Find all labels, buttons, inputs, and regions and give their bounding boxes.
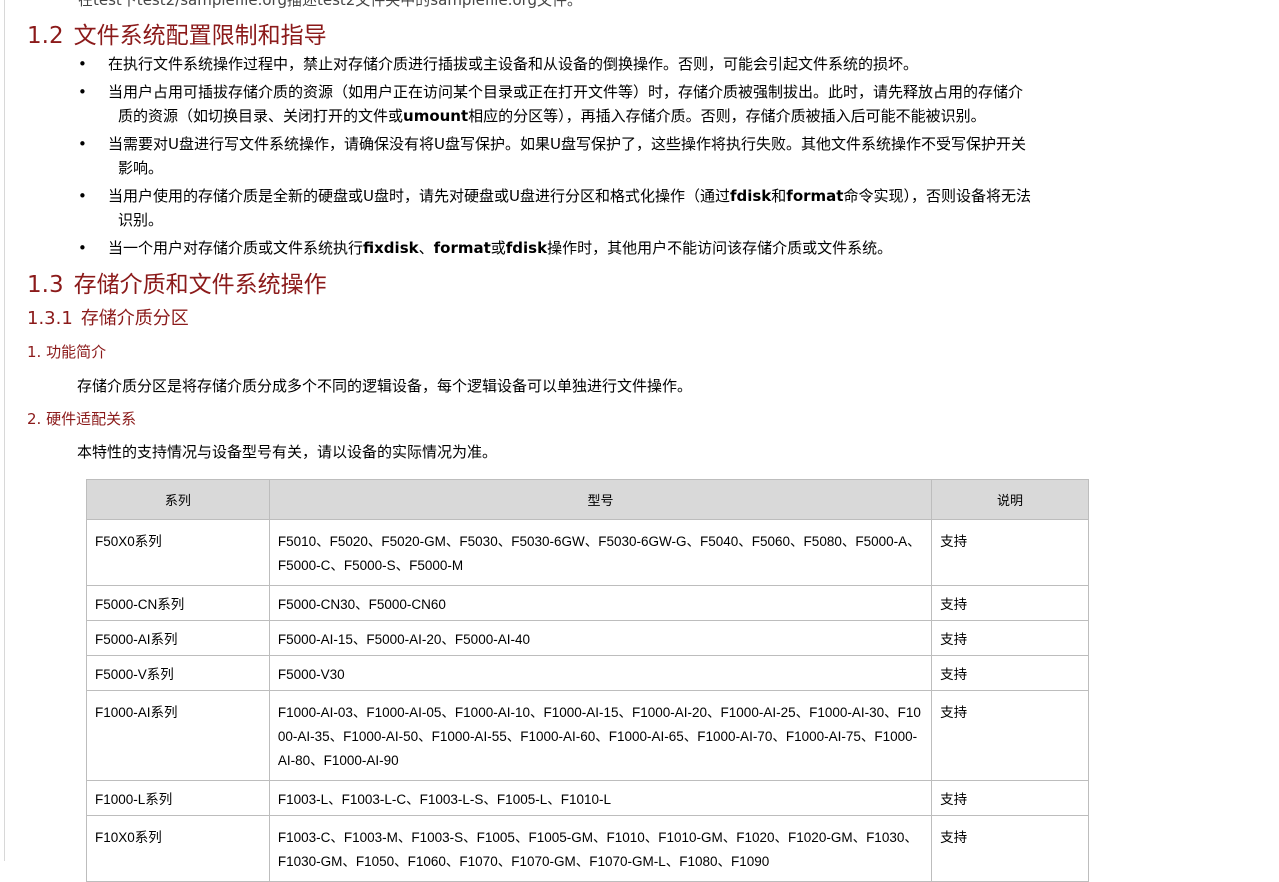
table-row: F10X0系列 F1003-C、F1003-M、F1003-S、F1005、F1…	[86, 815, 1089, 882]
section-heading-1-3-1: 1.3.1 存储介质分区	[27, 304, 189, 330]
text-run: 和	[771, 187, 787, 205]
list-item-text: 当一个用户对存储介质或文件系统执行fixdisk、format或fdisk操作时…	[108, 236, 1148, 260]
command-format: format	[433, 239, 491, 257]
command-fixdisk: fixdisk	[363, 239, 419, 257]
column-header-note: 说明	[931, 479, 1089, 520]
section-title: 存储介质和文件系统操作	[73, 272, 327, 298]
list-item-text: 当用户使用的存储介质是全新的硬盘或U盘时，请先对硬盘或U盘进行分区和格式化操作（…	[108, 184, 1148, 208]
list-item-text-continued: 影响。	[118, 159, 164, 177]
bullet-icon: •	[78, 83, 87, 101]
series-cell: F5000-V系列	[86, 655, 270, 691]
command-fdisk: fdisk	[729, 187, 772, 205]
list-item: • 当用户使用的存储介质是全新的硬盘或U盘时，请先对硬盘或U盘进行分区和格式化操…	[0, 184, 1148, 232]
note-cell: 支持	[931, 585, 1089, 621]
list-item: • 当需要对U盘进行写文件系统操作，请确保没有将U盘写保护。如果U盘写保护了，这…	[0, 132, 1148, 180]
paragraph-hardware-compat: 本特性的支持情况与设备型号有关，请以设备的实际情况为准。	[77, 443, 498, 461]
bullet-icon: •	[78, 135, 87, 153]
column-header-model: 型号	[268, 479, 933, 520]
table-row: F5000-AI系列 F5000-AI-15、F5000-AI-20、F5000…	[86, 620, 1089, 656]
list-item-text: 当用户占用可插拔存储介质的资源（如用户正在访问某个目录或正在打开文件等）时，存储…	[108, 83, 1024, 101]
note-cell: 支持	[931, 655, 1089, 691]
guideline-list: • 在执行文件系统操作过程中，禁止对存储介质进行插拔或主设备和从设备的倒换操作。…	[0, 52, 1148, 264]
series-cell: F1000-AI系列	[86, 690, 270, 781]
series-cell: F5000-AI系列	[86, 620, 270, 656]
text-run: 当一个用户对存储介质或文件系统执行	[108, 239, 364, 257]
section-heading-1-2: 1.2 文件系统配置限制和指导	[27, 16, 327, 50]
section-number: 1.3.1	[27, 308, 73, 329]
table-row: F5000-V系列 F5000-V30 支持	[86, 655, 1089, 691]
list-item-text-continued: 识别。	[118, 211, 164, 229]
series-cell: F50X0系列	[86, 519, 270, 586]
series-cell: F10X0系列	[86, 815, 270, 882]
models-cell: F1003-C、F1003-M、F1003-S、F1005、F1005-GM、F…	[268, 815, 933, 882]
models-cell: F1003-L、F1003-L-C、F1003-L-S、F1005-L、F101…	[268, 780, 933, 816]
paragraph-feature-intro: 存储介质分区是将存储介质分成多个不同的逻辑设备，每个逻辑设备可以单独进行文件操作…	[77, 377, 693, 395]
section-heading-1-3: 1.3 存储介质和文件系统操作	[27, 265, 327, 299]
text-run: 或	[490, 239, 506, 257]
table-row: F5000-CN系列 F5000-CN30、F5000-CN60 支持	[86, 585, 1089, 621]
section-number: 1.3	[27, 272, 64, 298]
text-run: 、	[418, 239, 434, 257]
section-title: 文件系统配置限制和指导	[73, 23, 327, 49]
text-run: 操作时，其他用户不能访问该存储介质或文件系统。	[547, 239, 893, 257]
table-header-row: 系列 型号 说明	[86, 479, 1089, 520]
series-cell: F1000-L系列	[86, 780, 270, 816]
subheading-hardware-compat: 2. 硬件适配关系	[27, 410, 137, 428]
models-cell: F5010、F5020、F5020-GM、F5030、F5030-6GW、F50…	[268, 519, 933, 586]
hardware-compat-table: 系列 型号 说明 F50X0系列 F5010、F5020、F5020-GM、F5…	[86, 479, 1089, 882]
list-item-text-continued: 质的资源（如切换目录、关闭打开的文件或umount相应的分区等），再插入存储介质…	[108, 104, 1148, 128]
note-cell: 支持	[931, 815, 1089, 882]
models-cell: F5000-CN30、F5000-CN60	[268, 585, 933, 621]
models-cell: F5000-AI-15、F5000-AI-20、F5000-AI-40	[268, 620, 933, 656]
models-cell: F5000-V30	[268, 655, 933, 691]
table-row: F1000-AI系列 F1000-AI-03、F1000-AI-05、F1000…	[86, 690, 1089, 781]
section-title: 存储介质分区	[80, 308, 189, 329]
list-item: • 在执行文件系统操作过程中，禁止对存储介质进行插拔或主设备和从设备的倒换操作。…	[0, 52, 1148, 76]
command-umount: umount	[403, 107, 469, 125]
list-item-text: 在执行文件系统操作过程中，禁止对存储介质进行插拔或主设备和从设备的倒换操作。否则…	[108, 55, 919, 73]
text-run: 命令实现），否则设备将无法	[843, 187, 1031, 205]
text-run: 相应的分区等），再插入存储介质。否则，存储介质被插入后可能不能被识别。	[468, 107, 986, 125]
models-cell: F1000-AI-03、F1000-AI-05、F1000-AI-10、F100…	[268, 690, 933, 781]
note-cell: 支持	[931, 519, 1089, 586]
text-run: 质的资源（如切换目录、关闭打开的文件或	[118, 107, 404, 125]
column-header-series: 系列	[86, 479, 270, 520]
command-format: format	[786, 187, 844, 205]
bullet-icon: •	[78, 239, 87, 257]
list-item: • 当一个用户对存储介质或文件系统执行fixdisk、format或fdisk操…	[0, 236, 1148, 260]
list-item: • 当用户占用可插拔存储介质的资源（如用户正在访问某个目录或正在打开文件等）时，…	[0, 80, 1148, 128]
note-cell: 支持	[931, 780, 1089, 816]
list-item-text: 当需要对U盘进行写文件系统操作，请确保没有将U盘写保护。如果U盘写保护了，这些操…	[108, 135, 1026, 153]
section-number: 1.2	[27, 23, 64, 49]
table-row: F1000-L系列 F1003-L、F1003-L-C、F1003-L-S、F1…	[86, 780, 1089, 816]
note-cell: 支持	[931, 690, 1089, 781]
bullet-icon: •	[78, 55, 87, 73]
command-fdisk: fdisk	[505, 239, 548, 257]
subheading-feature-intro: 1. 功能简介	[27, 343, 107, 361]
table-row: F50X0系列 F5010、F5020、F5020-GM、F5030、F5030…	[86, 519, 1089, 586]
previous-paragraph-line: 在test下test2/samplefile.org描述test2文件夹中的sa…	[78, 0, 583, 9]
bullet-icon: •	[78, 187, 87, 205]
series-cell: F5000-CN系列	[86, 585, 270, 621]
note-cell: 支持	[931, 620, 1089, 656]
text-run: 当用户使用的存储介质是全新的硬盘或U盘时，请先对硬盘或U盘进行分区和格式化操作（…	[108, 187, 730, 205]
